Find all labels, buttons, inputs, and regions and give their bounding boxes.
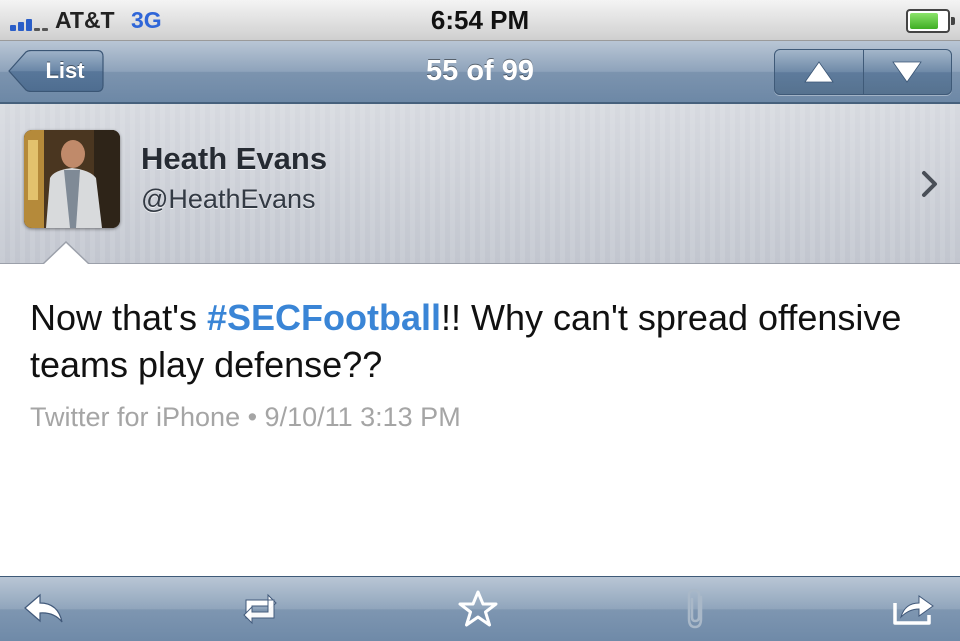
next-item-button[interactable] [863, 50, 951, 94]
user-handle: @HeathEvans [141, 184, 316, 214]
arrow-down-icon [892, 61, 922, 83]
back-button-label: List [45, 58, 85, 83]
tweet-text-start: Now that's [30, 297, 207, 338]
retweet-button[interactable] [228, 577, 292, 641]
share-icon [893, 595, 934, 625]
status-time: 6:54 PM [430, 5, 530, 35]
tweet-text: Now that's #SECFootball!! Why can't spre… [30, 294, 930, 388]
avatar[interactable] [24, 130, 120, 228]
navigation-bar: List 55 of 99 [0, 41, 960, 104]
status-bar: AT&T 3G 6:54 PM [0, 0, 960, 41]
favorite-icon [458, 590, 498, 627]
user-display-name: Heath Evans [141, 141, 328, 176]
retweet-icon [243, 593, 277, 625]
attachment-button[interactable] [664, 577, 728, 641]
hashtag-link[interactable]: #SECFootball [207, 297, 441, 338]
battery-icon [906, 9, 955, 33]
share-button[interactable] [882, 577, 946, 641]
attachment-icon [687, 588, 703, 629]
bottom-toolbar [0, 576, 960, 641]
arrow-up-icon [804, 61, 834, 83]
back-button[interactable]: List [8, 50, 104, 92]
reply-button[interactable] [12, 577, 76, 641]
reply-icon [24, 593, 63, 623]
favorite-button[interactable] [446, 577, 510, 641]
tweet-meta: Twitter for iPhone • 9/10/11 3:13 PM [30, 402, 461, 432]
header-pointer [44, 243, 88, 264]
previous-item-button[interactable] [775, 50, 864, 94]
disclosure-chevron-icon [922, 171, 937, 197]
item-navigation-control [774, 49, 952, 95]
